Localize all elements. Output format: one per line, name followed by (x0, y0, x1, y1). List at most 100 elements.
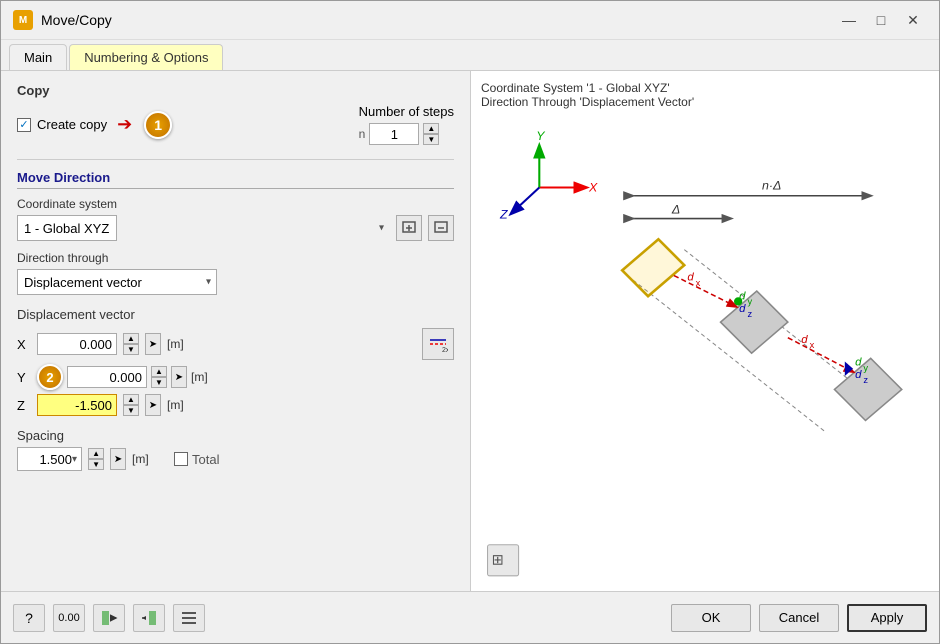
window-title: Move/Copy (41, 12, 112, 28)
red-arrow-icon: ➔ (117, 114, 132, 135)
z-up-btn[interactable]: ▲ (123, 394, 139, 405)
x-input[interactable] (37, 333, 117, 355)
direction-through-group: Direction through Displacement vector (17, 251, 454, 295)
spacing-arrow-btn[interactable]: ➤ (110, 448, 126, 470)
svg-text:d: d (687, 272, 694, 284)
spacing-input-wrapper: ▾ (17, 447, 82, 471)
tab-main[interactable]: Main (9, 44, 67, 70)
ok-button[interactable]: OK (671, 604, 751, 632)
svg-text:Δ: Δ (671, 202, 680, 216)
svg-text:2x: 2x (442, 347, 448, 354)
x-spinners: ▲ ▼ (123, 333, 139, 355)
svg-text:d: d (855, 369, 862, 381)
help-button[interactable]: ? (13, 604, 45, 632)
steps-section: Number of steps n ▲ ▼ (359, 104, 454, 145)
spacing-up-btn[interactable]: ▲ (88, 448, 104, 459)
spacing-input[interactable] (22, 452, 72, 467)
apply-button[interactable]: Apply (847, 604, 927, 632)
divider-1 (17, 159, 454, 160)
z-input[interactable] (37, 394, 117, 416)
tabs-bar: Main Numbering & Options (1, 40, 939, 71)
steps-down-btn[interactable]: ▼ (423, 134, 439, 145)
coord-icon-btn-2[interactable] (428, 215, 454, 241)
y-input[interactable] (67, 366, 147, 388)
close-button[interactable]: ✕ (899, 9, 927, 31)
coord-line1: Coordinate System '1 - Global XYZ' (481, 81, 929, 95)
steps-container: Number of steps n ▲ ▼ (359, 104, 454, 145)
y-arrow-btn[interactable]: ➤ (171, 366, 187, 388)
title-bar: M Move/Copy — □ ✕ (1, 1, 939, 40)
coord-system-group: Coordinate system 1 - Global XYZ (17, 197, 454, 241)
y-axis-label: Y (17, 370, 31, 385)
spacing-down-btn[interactable]: ▼ (88, 459, 104, 470)
coord-system-select[interactable]: 1 - Global XYZ (17, 215, 117, 241)
x-down-btn[interactable]: ▼ (123, 344, 139, 355)
main-window: M Move/Copy — □ ✕ Main Numbering & Optio… (0, 0, 940, 644)
maximize-button[interactable]: □ (867, 9, 895, 31)
y-spinners: ▲ ▼ (151, 366, 167, 388)
cancel-button[interactable]: Cancel (759, 604, 839, 632)
tab-numbering[interactable]: Numbering & Options (69, 44, 223, 70)
zero-button[interactable]: 0.00 (53, 604, 85, 632)
coord-system-row: 1 - Global XYZ (17, 215, 454, 241)
svg-text:z: z (863, 375, 868, 385)
spacing-spinners: ▲ ▼ (88, 448, 104, 470)
svg-text:y: y (863, 363, 868, 373)
spacing-label: Spacing (17, 428, 454, 443)
coord-icon-btn-1[interactable] (396, 215, 422, 241)
badge-1: 1 (144, 111, 172, 139)
y-down-btn[interactable]: ▼ (151, 377, 167, 388)
list-button[interactable] (173, 604, 205, 632)
x-axis-label: X (17, 337, 31, 352)
spacing-section: Spacing ▾ ▲ ▼ ➤ [m] Total (17, 428, 454, 471)
copy-section-title: Copy (17, 83, 454, 98)
diagram-svg: X Y Z (481, 115, 929, 581)
title-bar-left: M Move/Copy (13, 10, 112, 30)
import-button[interactable] (133, 604, 165, 632)
svg-text:z: z (747, 309, 752, 319)
svg-text:X: X (588, 181, 598, 195)
steps-spinners: ▲ ▼ (423, 123, 439, 145)
x-arrow-btn[interactable]: ➤ (145, 333, 161, 355)
svg-text:y: y (747, 297, 752, 307)
direction-through-select-wrapper: Displacement vector (17, 269, 217, 295)
direction-through-label: Direction through (17, 251, 454, 265)
x-up-btn[interactable]: ▲ (123, 333, 139, 344)
create-copy-checkbox[interactable] (17, 118, 31, 132)
displacement-vector-section: Displacement vector X ▲ ▼ ➤ [m] (17, 307, 454, 416)
y-input-group: 2 ▲ ▼ ➤ [m] (37, 364, 219, 390)
steps-row: n ▲ ▼ (359, 123, 454, 145)
vector-row-y: Y 2 ▲ ▼ ➤ [m] (17, 364, 454, 390)
z-down-btn[interactable]: ▼ (123, 405, 139, 416)
coord-info: Coordinate System '1 - Global XYZ' Direc… (481, 81, 929, 109)
bottom-buttons: OK Cancel Apply (671, 604, 927, 632)
svg-text:x: x (810, 340, 815, 350)
create-copy-wrapper[interactable]: Create copy (17, 117, 107, 132)
svg-text:n·Δ: n·Δ (762, 179, 781, 193)
total-checkbox[interactable] (174, 452, 188, 466)
move-direction-section: Move Direction Coordinate system 1 - Glo… (17, 170, 454, 295)
minimize-button[interactable]: — (835, 9, 863, 31)
direction-through-select[interactable]: Displacement vector (17, 269, 217, 295)
spacing-unit: [m] (132, 452, 160, 466)
move-direction-header: Move Direction (17, 170, 454, 189)
coord-line2: Direction Through 'Displacement Vector' (481, 95, 929, 109)
svg-text:⊞: ⊞ (492, 552, 504, 568)
vector-pick-btn[interactable]: 2x (422, 328, 454, 360)
steps-up-btn[interactable]: ▲ (423, 123, 439, 134)
steps-label: Number of steps (359, 104, 454, 119)
x-unit: [m] (167, 337, 195, 351)
export-button[interactable] (93, 604, 125, 632)
vector-rows: X ▲ ▼ ➤ [m] (17, 328, 454, 416)
z-arrow-btn[interactable]: ➤ (145, 394, 161, 416)
create-copy-label: Create copy (37, 117, 107, 132)
steps-input[interactable] (369, 123, 419, 145)
copy-section: Copy Create copy ➔ 1 Number of steps (17, 83, 454, 145)
z-spinners: ▲ ▼ (123, 394, 139, 416)
spacing-chevron[interactable]: ▾ (72, 454, 77, 465)
vector-row-z: Z ▲ ▼ ➤ [m] (17, 394, 454, 416)
vector-icon-area: 2x (422, 328, 454, 360)
svg-text:Z: Z (499, 208, 508, 222)
y-up-btn[interactable]: ▲ (151, 366, 167, 377)
copy-left: Create copy ➔ 1 (17, 111, 172, 139)
